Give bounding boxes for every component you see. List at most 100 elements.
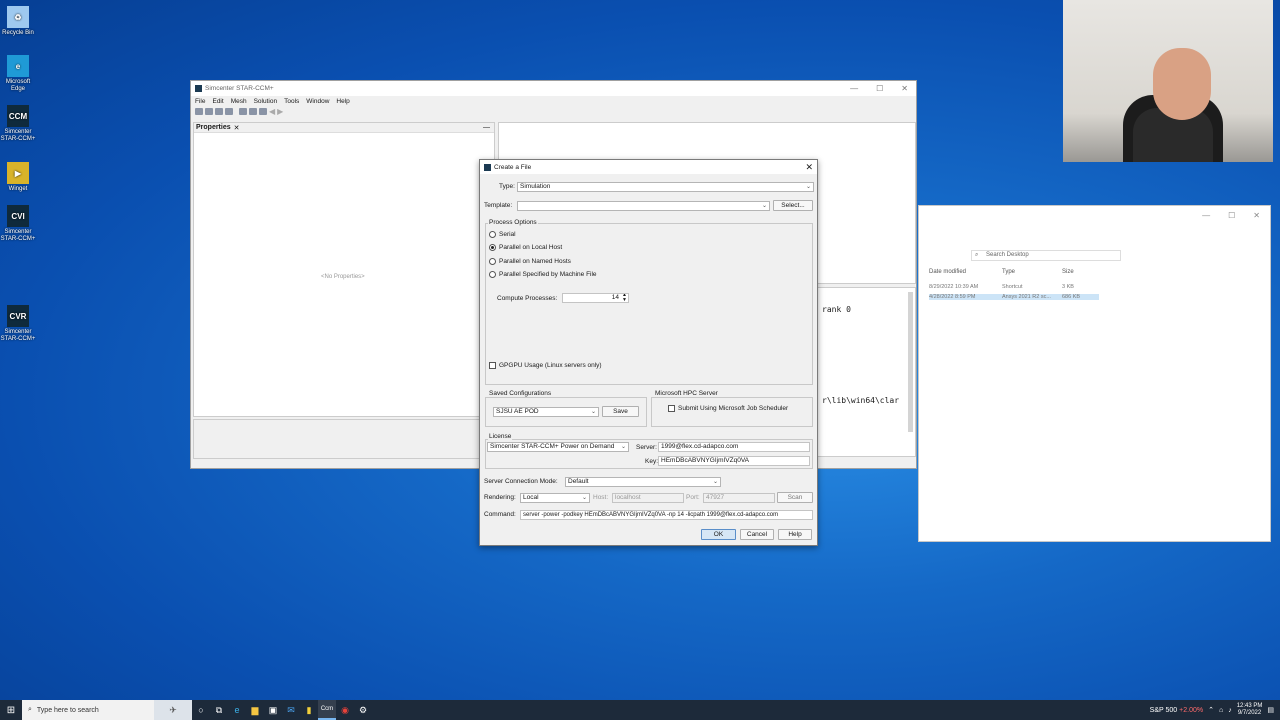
gpgpu-checkbox[interactable]: GPGPU Usage (Linux servers only) xyxy=(489,362,602,369)
cancel-button[interactable]: Cancel xyxy=(740,529,774,540)
notifications-icon[interactable]: ▤ xyxy=(1267,706,1274,714)
host-field[interactable]: localhost xyxy=(612,493,684,503)
properties-panel: Properties ✕ — <No Properties> xyxy=(193,122,495,417)
properties-tab[interactable]: Properties xyxy=(196,124,231,131)
taskbar-search-input[interactable]: ⌕ Type here to search xyxy=(22,700,154,720)
desktop-shortcut[interactable]: e Microsoft Edge xyxy=(0,55,36,93)
column-size[interactable]: Size xyxy=(1062,269,1074,275)
window-title: Simcenter STAR-CCM+ xyxy=(205,85,274,92)
menu-bar: File Edit Mesh Solution Tools Window Help xyxy=(191,96,916,106)
stock-widget[interactable]: S&P 500 +2.00% xyxy=(1150,707,1203,714)
ok-button[interactable]: OK xyxy=(701,529,736,540)
minimize-icon[interactable]: — xyxy=(850,84,858,93)
edge-icon[interactable]: e xyxy=(228,700,246,720)
menu-solution[interactable]: Solution xyxy=(254,98,278,105)
hpc-title: Microsoft HPC Server xyxy=(654,390,719,397)
task-view-icon[interactable]: ⧉ xyxy=(210,700,228,720)
file-row[interactable]: 4/28/2022 8:59 PM Ansys 2021 R2 sc... 68… xyxy=(929,294,1099,300)
star-ccm-taskbar-icon[interactable]: Ccm xyxy=(318,700,336,720)
desktop-shortcut[interactable]: ♻ Recycle Bin xyxy=(0,6,36,37)
bird-widget-icon[interactable]: ✈ xyxy=(154,700,192,720)
desktop-shortcut[interactable]: CVI Simcenter STAR-CCM+ xyxy=(0,205,36,243)
help-button[interactable]: Help xyxy=(778,529,812,540)
volume-icon[interactable]: ♪ xyxy=(1228,707,1232,714)
chevron-up-icon[interactable]: ⌃ xyxy=(1208,706,1214,714)
output-line: r\lib\win64\clar xyxy=(822,396,900,405)
select-button[interactable]: Select... xyxy=(773,200,813,211)
new-file-icon[interactable] xyxy=(195,107,203,115)
explorer-search-input[interactable]: ⌕ Search Desktop xyxy=(971,250,1121,261)
key-field[interactable]: HEmDBcABVNYGIjmIVZq0VA xyxy=(658,456,810,466)
cortana-icon[interactable]: ○ xyxy=(192,700,210,720)
radio-parallel-machine-file[interactable]: Parallel Specified by Machine File xyxy=(489,271,597,278)
mail-icon[interactable]: ✉ xyxy=(282,700,300,720)
desktop-shortcut[interactable]: CCM Simcenter STAR-CCM+ xyxy=(0,105,36,143)
menu-window[interactable]: Window xyxy=(306,98,329,105)
menu-tools[interactable]: Tools xyxy=(284,98,299,105)
hpc-group xyxy=(651,397,813,427)
server-connection-select[interactable]: Default ⌄ xyxy=(565,477,721,487)
desktop-shortcut[interactable]: CVR Simcenter STAR-CCM+ xyxy=(0,305,36,343)
minimize-icon[interactable]: — xyxy=(1202,211,1210,220)
desktop-shortcut-label: Microsoft Edge xyxy=(5,79,31,92)
compute-processes-label: Compute Processes: xyxy=(497,295,558,302)
scrollbar[interactable] xyxy=(908,292,913,432)
minimize-panel-icon[interactable]: — xyxy=(483,124,490,131)
compute-processes-spinner[interactable]: 14 ▲ ▼ xyxy=(562,293,629,303)
menu-file[interactable]: File xyxy=(195,98,205,105)
license-title: License xyxy=(488,433,513,440)
license-select[interactable]: Simcenter STAR-CCM+ Power on Demand ⌄ xyxy=(487,442,629,452)
close-tab-icon[interactable]: ✕ xyxy=(234,124,240,132)
saved-config-select[interactable]: SJSU AE POD ⌄ xyxy=(493,407,599,417)
type-label: Type: xyxy=(499,183,515,190)
column-type[interactable]: Type xyxy=(1002,269,1062,275)
clock[interactable]: 12:43 PM 9/7/2022 xyxy=(1237,703,1263,717)
maximize-icon[interactable]: ☐ xyxy=(1228,211,1235,220)
create-file-dialog: Create a File ✕ Type: Simulation ⌄ Templa… xyxy=(479,159,818,546)
scan-button[interactable]: Scan xyxy=(777,492,813,503)
command-field[interactable]: server -power -podkey HEmDBcABVNYGIjmIVZ… xyxy=(520,510,813,520)
type-select[interactable]: Simulation ⌄ xyxy=(517,182,814,192)
template-select[interactable]: ⌄ xyxy=(517,201,770,211)
radio-parallel-local[interactable]: Parallel on Local Host xyxy=(489,244,562,251)
close-icon[interactable]: ✕ xyxy=(1253,211,1260,220)
print-icon[interactable] xyxy=(225,107,233,115)
close-icon[interactable]: ✕ xyxy=(805,162,813,173)
star-cvr-icon: CVR xyxy=(7,305,29,327)
spinner-arrows-icon[interactable]: ▲ ▼ xyxy=(622,294,627,302)
file-row[interactable]: 8/29/2022 10:39 AM Shortcut 3 KB xyxy=(929,284,1099,290)
start-button[interactable]: ⊞ xyxy=(0,700,22,720)
hpc-scheduler-checkbox[interactable]: Submit Using Microsoft Job Scheduler xyxy=(668,405,788,412)
rendering-select[interactable]: Local ⌄ xyxy=(520,493,590,503)
save-icon[interactable] xyxy=(215,107,223,115)
close-icon[interactable]: ✕ xyxy=(901,84,908,93)
menu-mesh[interactable]: Mesh xyxy=(231,98,247,105)
server-field[interactable]: 1999@flex.cd-adapco.com xyxy=(658,442,810,452)
back-icon[interactable]: ◀ xyxy=(269,107,275,116)
open-file-icon[interactable] xyxy=(205,107,213,115)
paste-icon[interactable] xyxy=(249,107,257,115)
copy-icon[interactable] xyxy=(239,107,247,115)
store-icon[interactable]: ▣ xyxy=(264,700,282,720)
file-explorer-icon[interactable]: ▆ xyxy=(246,700,264,720)
radio-parallel-named[interactable]: Parallel on Named Hosts xyxy=(489,258,571,265)
winget-icon: ▶ xyxy=(7,162,29,184)
column-date-modified[interactable]: Date modified xyxy=(929,269,1002,275)
undo-icon[interactable] xyxy=(259,107,267,115)
desktop-shortcut[interactable]: ▶ Winget xyxy=(0,162,36,193)
settings-gear-icon[interactable]: ⚙ xyxy=(354,700,372,720)
taskbar: ⊞ ⌕ Type here to search ✈ ○ ⧉ e ▆ ▣ ✉ ▮ … xyxy=(0,700,1280,720)
menu-edit[interactable]: Edit xyxy=(212,98,223,105)
notes-icon[interactable]: ▮ xyxy=(300,700,318,720)
save-button[interactable]: Save xyxy=(602,406,639,417)
forward-icon[interactable]: ▶ xyxy=(277,107,283,116)
menu-help[interactable]: Help xyxy=(336,98,349,105)
file-explorer-window[interactable]: — ☐ ✕ ⌕ Search Desktop Date modified Typ… xyxy=(918,205,1271,542)
network-icon[interactable]: ⌂ xyxy=(1219,707,1223,714)
maximize-icon[interactable]: ☐ xyxy=(876,84,883,93)
process-options-title: Process Options xyxy=(488,219,538,226)
desktop-shortcut-label: Simcenter STAR-CCM+ xyxy=(0,129,36,142)
port-field[interactable]: 47927 xyxy=(703,493,775,503)
radio-serial[interactable]: Serial xyxy=(489,231,516,238)
recorder-icon[interactable]: ◉ xyxy=(336,700,354,720)
